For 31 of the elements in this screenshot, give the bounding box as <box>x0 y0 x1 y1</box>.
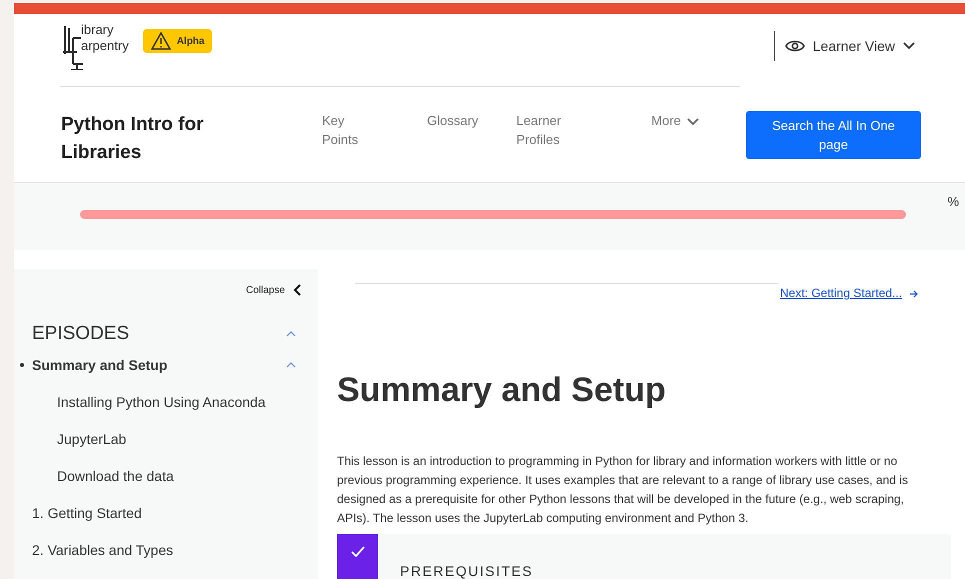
section-link[interactable]: Installing Python Using Anaconda <box>57 394 266 410</box>
nav-link[interactable]: Glossary <box>427 111 478 149</box>
chevron-down-icon <box>686 118 699 126</box>
progress-reading: % <box>947 194 959 209</box>
collapse-button[interactable]: Collapse <box>246 284 301 296</box>
page-title: Summary and Setup <box>337 370 667 411</box>
episode-link[interactable]: 1. Getting Started <box>32 504 142 520</box>
search-button[interactable]: Search the All In One page <box>746 111 921 159</box>
nav-link[interactable]: More <box>651 111 699 130</box>
learner-view-menu[interactable]: Learner View <box>784 38 915 54</box>
chevron-up-icon[interactable] <box>286 331 296 337</box>
arrow-right-icon <box>909 290 920 298</box>
callout-title: PREREQUISITES <box>400 563 534 579</box>
nav-link[interactable]: Learner Profiles <box>516 111 576 149</box>
intro-paragraph: This lesson is an introduction to programming in Python for library and information workers with little or no previous programming experience. It uses examples that are relevant to a range of library use cases, and is designed as a prerequisite for other Python lessons that will be developed in the future (e.g., web scraping, APIs). The lesson uses the JupyterLab computing environment and Python 3. <box>337 453 909 527</box>
episodes-heading[interactable]: EPISODES <box>32 323 130 345</box>
alpha-badge: Alpha <box>142 29 212 53</box>
section-link[interactable]: Download the data <box>57 468 174 484</box>
episode-link[interactable]: Summary and Setup <box>20 356 168 372</box>
chevron-left-icon <box>292 284 301 296</box>
eye-icon <box>784 39 805 53</box>
next-episode-link[interactable]: Next: Getting Started... <box>780 286 902 300</box>
episode-link[interactable]: 2. Variables and Types <box>32 542 174 558</box>
section-link[interactable]: JupyterLab <box>57 430 126 446</box>
nav-link[interactable]: Key Points <box>322 111 382 149</box>
chevron-up-icon[interactable] <box>286 362 296 368</box>
chevron-down-icon <box>903 42 915 50</box>
lesson-title[interactable]: Python Intro for Libraries <box>61 111 251 167</box>
logo[interactable]: ibrary arpentry <box>61 22 129 70</box>
warning-icon <box>150 32 171 50</box>
bullet-icon <box>20 362 24 366</box>
